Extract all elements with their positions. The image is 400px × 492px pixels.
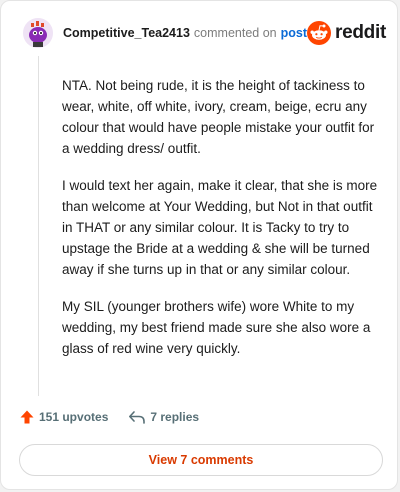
- comment-body: NTA. Not being rude, it is the height of…: [62, 75, 384, 375]
- comment-meta: Competitive_Tea2413 commented on post: [63, 26, 307, 40]
- upvote-count: 151 upvotes: [39, 410, 109, 424]
- comment-header: Competitive_Tea2413 commented on post re…: [23, 15, 386, 51]
- upvote-arrow-icon: [20, 410, 34, 424]
- comment-action-text: commented on: [193, 26, 277, 40]
- avatar-icon[interactable]: [23, 18, 53, 48]
- thread-line[interactable]: [38, 56, 39, 396]
- replies-count: 7 replies: [150, 410, 200, 424]
- comment-footer: 151 upvotes 7 replies: [19, 409, 199, 425]
- comment-paragraph: I would text her again, make it clear, t…: [62, 178, 378, 277]
- reddit-logo[interactable]: reddit: [307, 21, 386, 45]
- comment-paragraph: My SIL (younger brothers wife) wore Whit…: [62, 299, 371, 356]
- view-comments-button[interactable]: View 7 comments: [19, 444, 383, 476]
- comment-card: Competitive_Tea2413 commented on post re…: [0, 0, 398, 490]
- reddit-snoo-icon: [307, 21, 331, 45]
- comment-paragraph: NTA. Not being rude, it is the height of…: [62, 78, 375, 156]
- upvote-button[interactable]: 151 upvotes: [19, 409, 108, 425]
- post-link[interactable]: post: [281, 26, 307, 40]
- username-link[interactable]: Competitive_Tea2413: [63, 26, 190, 40]
- reddit-wordmark: reddit: [335, 22, 386, 43]
- replies-button[interactable]: 7 replies: [128, 409, 199, 425]
- reply-arrow-icon: [129, 411, 146, 424]
